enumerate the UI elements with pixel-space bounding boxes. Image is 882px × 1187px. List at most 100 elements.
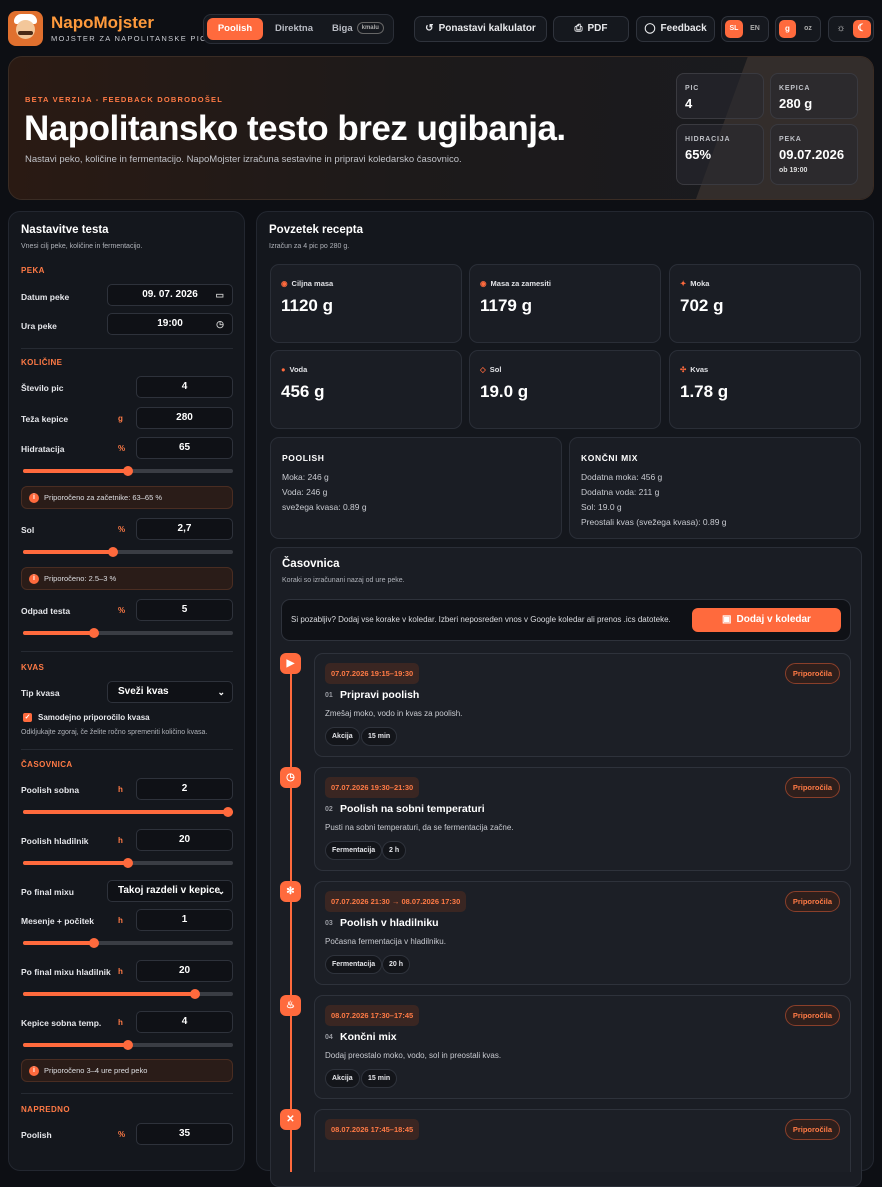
stat-pic: PIC 4 [676, 73, 764, 119]
ura-input[interactable]: 19:00 ◷ [107, 313, 233, 335]
recommendations-button[interactable]: Priporočila [784, 1005, 840, 1026]
scale-icon: ◉ [281, 279, 288, 288]
sol-slider[interactable] [23, 547, 233, 557]
recommendations-button[interactable]: Priporočila [784, 891, 840, 912]
pfm-label: Po final mixu [21, 887, 74, 897]
section-casovnica: ČASOVNICA [21, 760, 73, 769]
kep-slider[interactable] [23, 1040, 233, 1050]
brand-name: NapoMojster [51, 13, 154, 32]
info-icon: i [29, 493, 39, 503]
section-kolicine: KOLIČINE [21, 358, 63, 367]
hidr-unit: % [118, 444, 126, 453]
mode-direktna-button[interactable]: Direktna [266, 18, 322, 40]
sun-icon[interactable]: ☼ [832, 20, 850, 38]
feedback-button[interactable]: ◯ Feedback [636, 16, 715, 42]
hero-description: Nastavi peko, količine in fermentacijo. … [25, 154, 462, 165]
hidr-note: i Priporočeno za začetnike: 63–65 % [21, 486, 233, 509]
hero-banner: BETA VERZIJA - FEEDBACK DOBRODOŠEL Napol… [8, 56, 874, 200]
odpad-input[interactable]: 5 [136, 599, 233, 621]
top-bar: NapoMojster MOJSTER ZA NAPOLITANSKE PICE… [0, 0, 882, 56]
metric-card: ● Voda 456 g [270, 350, 462, 429]
recommendations-button[interactable]: Priporočila [784, 1119, 840, 1140]
metric-card: ◉ Ciljna masa 1120 g [270, 264, 462, 343]
ps-input[interactable]: 2 [136, 778, 233, 800]
unit-switch: g oz [775, 16, 821, 42]
metric-card: ✦ Moka 702 g [669, 264, 861, 343]
ph-input[interactable]: 20 [136, 829, 233, 851]
mode-biga-button[interactable]: Biga kmalu [326, 18, 390, 40]
flour-icon: ✦ [680, 279, 687, 288]
unit-g-button[interactable]: g [779, 20, 796, 38]
mes-label: Mesenje + počitek [21, 916, 94, 926]
tip-kvasa-select[interactable]: Sveži kvas ⌄ [107, 681, 233, 703]
timeline-line [290, 662, 292, 1172]
chef-hat-icon: ♨ [280, 995, 301, 1016]
timeline-step: 08.07.2026 17:30–17:45 Priporočila 04 Ko… [314, 995, 851, 1099]
pfm-select[interactable]: Takoj razdeli v kepice ⌄ [107, 880, 233, 902]
mode-biga-label: Biga [332, 23, 353, 34]
kep-label: Kepice sobna temp. [21, 1018, 102, 1028]
kep-note: i Priporočeno 3–4 ure pred peko [21, 1059, 233, 1082]
sol-unit: % [118, 525, 126, 534]
settings-title: Nastavitve testa [21, 224, 109, 236]
sol-note: i Priporočeno: 2.5–3 % [21, 567, 233, 590]
odpad-unit: % [118, 606, 126, 615]
pdf-label: PDF [587, 23, 608, 34]
summary-subtitle: Izračun za 4 pic po 280 g. [269, 243, 350, 250]
mes-input[interactable]: 1 [136, 909, 233, 931]
settings-subtitle: Vnesi cilj peke, količine in fermentacij… [21, 243, 143, 250]
stat-kepica: KEPICA 280 g [770, 73, 858, 119]
auto-yeast-note: Odkljukajte zgoraj, če želite ročno spre… [21, 729, 208, 736]
adv-poolish-unit: % [118, 1130, 126, 1139]
ph-unit: h [118, 836, 123, 845]
kep-input[interactable]: 4 [136, 1011, 233, 1033]
final-mix-card: KONČNI MIX Dodatna moka: 456 g Dodatna v… [569, 437, 861, 539]
section-peka: PEKA [21, 266, 45, 275]
coming-soon-badge: kmalu [356, 22, 384, 35]
reset-button[interactable]: ↺ Ponastavi kalkulator [414, 16, 547, 42]
lang-en-button[interactable]: EN [746, 20, 764, 38]
dough-icon: ◉ [480, 279, 487, 288]
hidr-input[interactable]: 65 [136, 437, 233, 459]
pfmh-input[interactable]: 20 [136, 960, 233, 982]
section-napredno: NAPREDNO [21, 1105, 70, 1114]
mode-switch: Poolish Direktna Biga kmalu [203, 14, 394, 44]
teza-unit: g [118, 414, 123, 423]
metric-card: ✣ Kvas 1.78 g [669, 350, 861, 429]
hidr-slider[interactable] [23, 466, 233, 476]
ph-label: Poolish hladilnik [21, 836, 89, 846]
datum-input[interactable]: 09. 07. 2026 ▭ [107, 284, 233, 306]
language-switch: SL EN [721, 16, 769, 42]
auto-yeast-checkbox[interactable]: ✓ [23, 713, 32, 722]
pdf-button[interactable]: ⎙ PDF [553, 16, 629, 42]
mes-slider[interactable] [23, 938, 233, 948]
timeline-step: 07.07.2026 19:15–19:30 Priporočila 01 Pr… [314, 653, 851, 757]
adv-poolish-input[interactable]: 35 [136, 1123, 233, 1145]
clock-icon: ◷ [280, 767, 301, 788]
odpad-slider[interactable] [23, 628, 233, 638]
datum-label: Datum peke [21, 292, 70, 302]
mes-unit: h [118, 916, 123, 925]
summary-panel: Povzetek recepta Izračun za 4 pic po 280… [256, 211, 874, 1187]
moon-icon[interactable]: ☾ [853, 20, 871, 38]
ura-label: Ura peke [21, 321, 57, 331]
utensils-icon: ✕ [280, 1109, 301, 1130]
sol-input[interactable]: 2,7 [136, 518, 233, 540]
reset-icon: ↺ [425, 23, 434, 34]
unit-oz-button[interactable]: oz [799, 20, 817, 38]
calendar-icon: ▭ [215, 290, 224, 300]
recommendations-button[interactable]: Priporočila [784, 777, 840, 798]
teza-input[interactable]: 280 [136, 407, 233, 429]
add-to-calendar-button[interactable]: ▣ Dodaj v koledar [692, 608, 841, 632]
ps-slider[interactable] [23, 807, 233, 817]
pfmh-slider[interactable] [23, 989, 233, 999]
mode-poolish-button[interactable]: Poolish [207, 18, 263, 40]
recommendations-button[interactable]: Priporočila [784, 663, 840, 684]
snowflake-icon: ✻ [280, 881, 301, 902]
pic-input[interactable]: 4 [136, 376, 233, 398]
reset-label: Ponastavi kalkulator [438, 23, 536, 34]
ph-slider[interactable] [23, 858, 233, 868]
clock-icon: ◷ [216, 319, 224, 329]
info-icon: i [29, 1066, 39, 1076]
lang-sl-button[interactable]: SL [725, 20, 743, 38]
